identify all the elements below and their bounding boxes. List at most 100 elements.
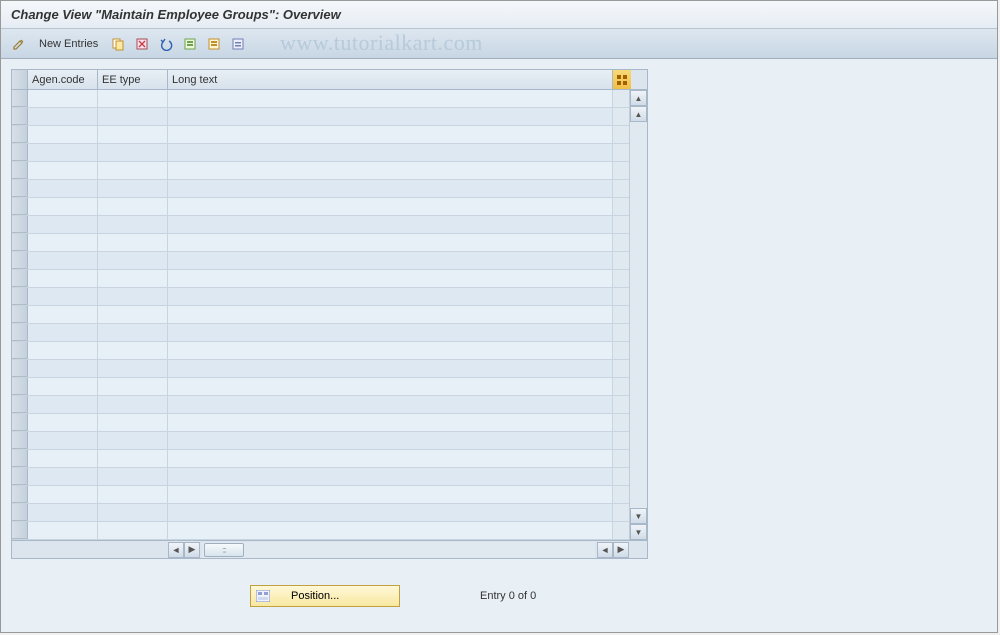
cell-long-text[interactable] <box>168 396 613 413</box>
hscroll-track[interactable] <box>202 542 595 558</box>
cell-long-text[interactable] <box>168 252 613 269</box>
row-selector[interactable] <box>12 360 28 377</box>
table-row[interactable] <box>12 468 647 486</box>
table-row[interactable] <box>12 288 647 306</box>
table-row[interactable] <box>12 450 647 468</box>
row-selector-header[interactable] <box>12 70 28 89</box>
cell-agen-code[interactable] <box>28 198 98 215</box>
cell-long-text[interactable] <box>168 90 613 107</box>
row-selector[interactable] <box>12 144 28 161</box>
table-row[interactable] <box>12 270 647 288</box>
table-row[interactable] <box>12 216 647 234</box>
cell-agen-code[interactable] <box>28 378 98 395</box>
table-row[interactable] <box>12 234 647 252</box>
cell-ee-type[interactable] <box>98 252 168 269</box>
row-selector[interactable] <box>12 252 28 269</box>
table-row[interactable] <box>12 90 647 108</box>
cell-long-text[interactable] <box>168 144 613 161</box>
table-row[interactable] <box>12 378 647 396</box>
cell-long-text[interactable] <box>168 270 613 287</box>
cell-long-text[interactable] <box>168 486 613 503</box>
row-selector[interactable] <box>12 126 28 143</box>
cell-agen-code[interactable] <box>28 468 98 485</box>
col-header-long-text[interactable]: Long text <box>168 70 613 89</box>
cell-ee-type[interactable] <box>98 342 168 359</box>
toggle-display-change-icon[interactable] <box>9 34 29 54</box>
cell-ee-type[interactable] <box>98 378 168 395</box>
cell-ee-type[interactable] <box>98 234 168 251</box>
cell-agen-code[interactable] <box>28 342 98 359</box>
scroll-up-icon[interactable]: ▲ <box>630 90 647 106</box>
scroll-left-end-icon[interactable]: ◄ <box>168 542 184 558</box>
table-row[interactable] <box>12 144 647 162</box>
cell-agen-code[interactable] <box>28 414 98 431</box>
cell-long-text[interactable] <box>168 288 613 305</box>
cell-long-text[interactable] <box>168 108 613 125</box>
row-selector[interactable] <box>12 234 28 251</box>
row-selector[interactable] <box>12 342 28 359</box>
cell-long-text[interactable] <box>168 216 613 233</box>
table-row[interactable] <box>12 306 647 324</box>
cell-long-text[interactable] <box>168 342 613 359</box>
cell-ee-type[interactable] <box>98 468 168 485</box>
row-selector[interactable] <box>12 468 28 485</box>
cell-long-text[interactable] <box>168 414 613 431</box>
cell-long-text[interactable] <box>168 432 613 449</box>
table-row[interactable] <box>12 504 647 522</box>
copy-icon[interactable] <box>108 34 128 54</box>
cell-agen-code[interactable] <box>28 360 98 377</box>
table-row[interactable] <box>12 396 647 414</box>
cell-agen-code[interactable] <box>28 144 98 161</box>
undo-icon[interactable] <box>156 34 176 54</box>
cell-long-text[interactable] <box>168 504 613 521</box>
cell-agen-code[interactable] <box>28 252 98 269</box>
cell-ee-type[interactable] <box>98 360 168 377</box>
cell-agen-code[interactable] <box>28 486 98 503</box>
cell-agen-code[interactable] <box>28 324 98 341</box>
scroll-right-end-icon[interactable]: ▶ <box>613 542 629 558</box>
cell-agen-code[interactable] <box>28 126 98 143</box>
cell-ee-type[interactable] <box>98 522 168 539</box>
cell-long-text[interactable] <box>168 522 613 539</box>
row-selector[interactable] <box>12 198 28 215</box>
cell-ee-type[interactable] <box>98 180 168 197</box>
deselect-all-icon[interactable] <box>228 34 248 54</box>
cell-ee-type[interactable] <box>98 288 168 305</box>
cell-ee-type[interactable] <box>98 432 168 449</box>
row-selector[interactable] <box>12 522 28 539</box>
row-selector[interactable] <box>12 270 28 287</box>
cell-ee-type[interactable] <box>98 126 168 143</box>
table-row[interactable] <box>12 360 647 378</box>
cell-long-text[interactable] <box>168 198 613 215</box>
cell-long-text[interactable] <box>168 360 613 377</box>
cell-ee-type[interactable] <box>98 144 168 161</box>
row-selector[interactable] <box>12 504 28 521</box>
row-selector[interactable] <box>12 432 28 449</box>
table-row[interactable] <box>12 252 647 270</box>
scroll-left-icon[interactable]: ▶ <box>184 542 200 558</box>
row-selector[interactable] <box>12 216 28 233</box>
cell-ee-type[interactable] <box>98 450 168 467</box>
cell-agen-code[interactable] <box>28 216 98 233</box>
cell-long-text[interactable] <box>168 126 613 143</box>
cell-ee-type[interactable] <box>98 270 168 287</box>
cell-long-text[interactable] <box>168 180 613 197</box>
hscroll-thumb[interactable] <box>204 543 244 557</box>
scroll-down-icon[interactable]: ▼ <box>630 524 647 540</box>
cell-agen-code[interactable] <box>28 180 98 197</box>
table-settings-icon[interactable] <box>613 70 631 89</box>
col-header-agen-code[interactable]: Agen.code <box>28 70 98 89</box>
cell-agen-code[interactable] <box>28 306 98 323</box>
table-row[interactable] <box>12 198 647 216</box>
row-selector[interactable] <box>12 162 28 179</box>
cell-agen-code[interactable] <box>28 90 98 107</box>
row-selector[interactable] <box>12 486 28 503</box>
cell-ee-type[interactable] <box>98 414 168 431</box>
cell-long-text[interactable] <box>168 306 613 323</box>
scroll-up-step-icon[interactable]: ▲ <box>630 106 647 122</box>
row-selector[interactable] <box>12 414 28 431</box>
new-entries-button[interactable]: New Entries <box>33 38 104 50</box>
cell-agen-code[interactable] <box>28 234 98 251</box>
row-selector[interactable] <box>12 324 28 341</box>
table-row[interactable] <box>12 162 647 180</box>
